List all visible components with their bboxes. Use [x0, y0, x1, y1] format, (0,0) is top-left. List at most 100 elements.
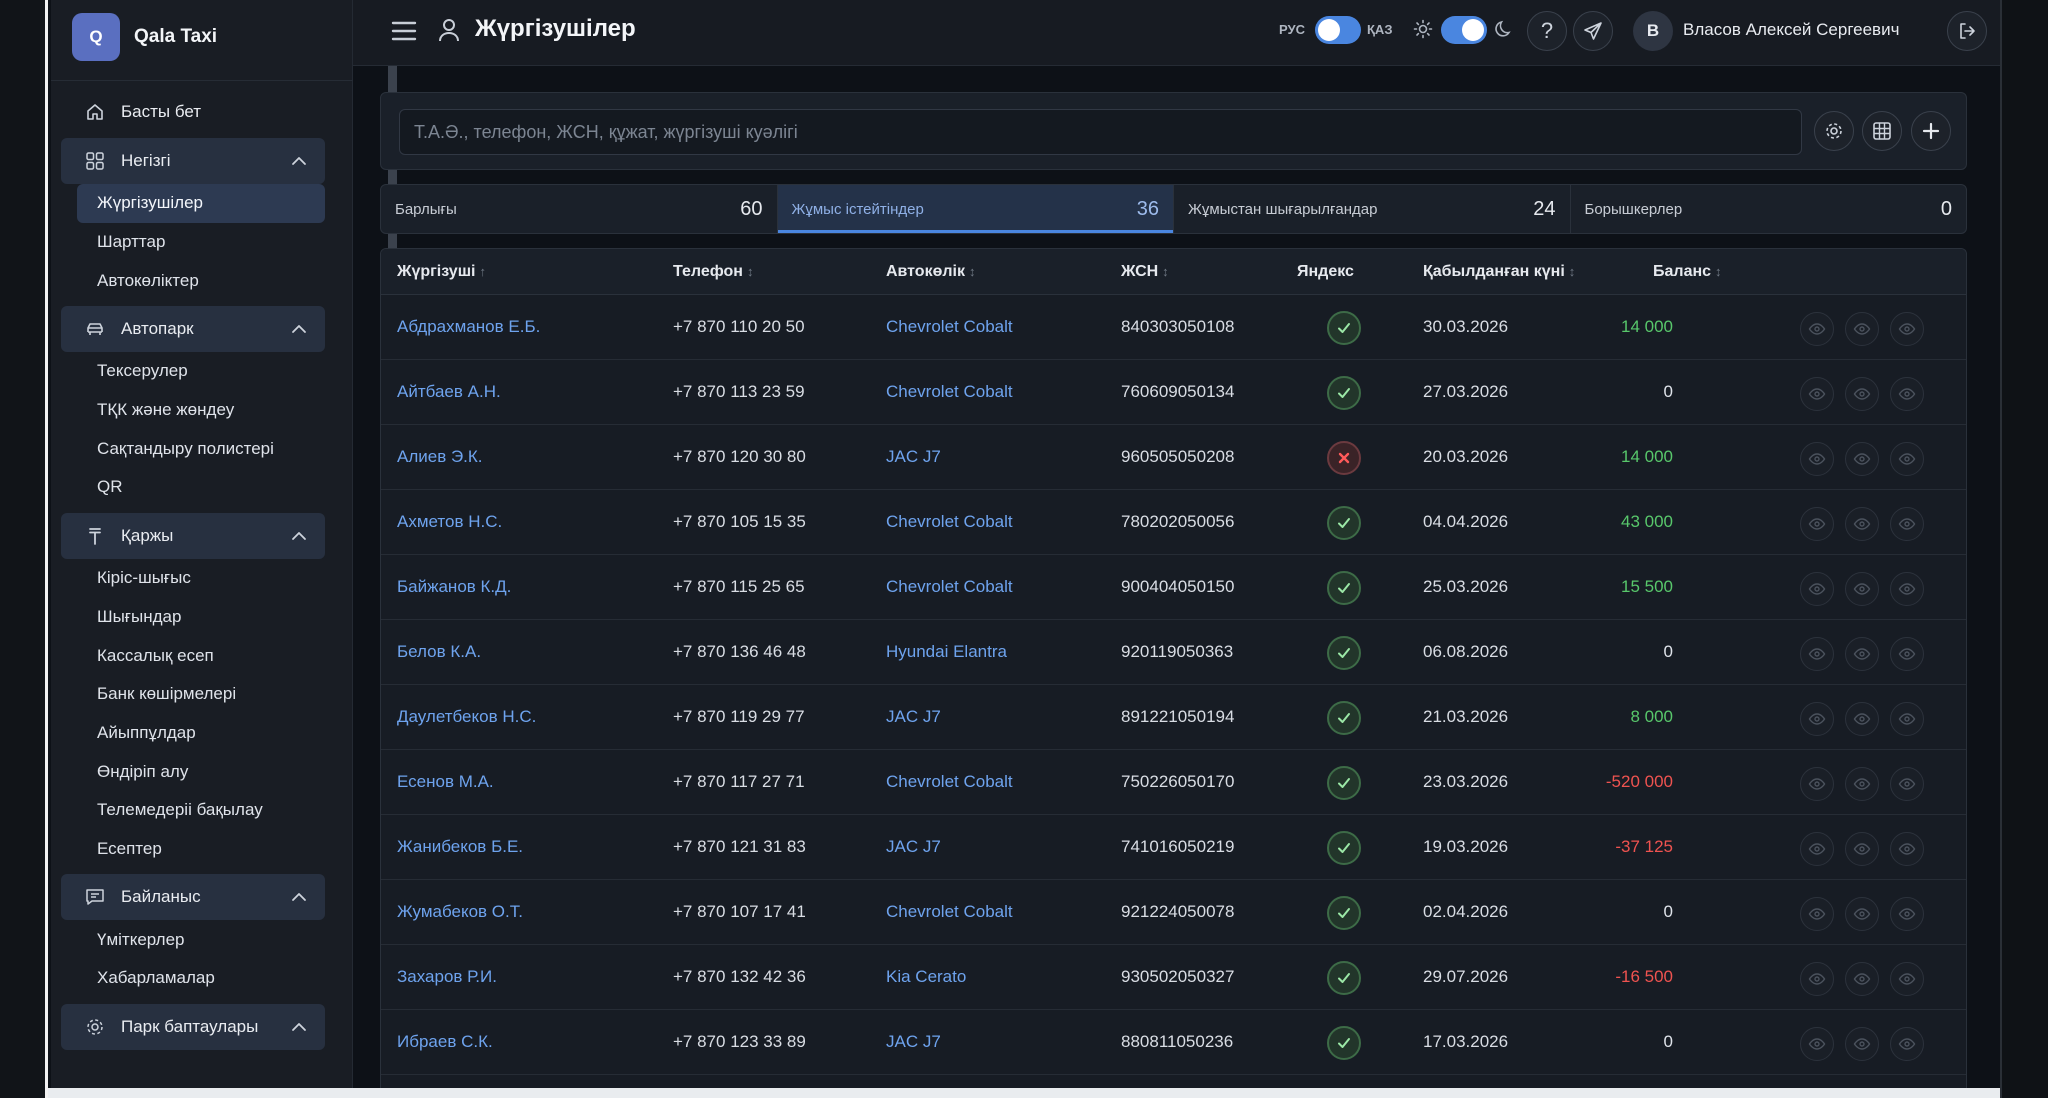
table-row[interactable]: Айтбаев А.Н. +7 870 113 23 59 Chevrolet Co… — [381, 360, 1966, 425]
help-button[interactable]: ? — [1527, 11, 1567, 51]
driver-name-link[interactable]: Айтбаев А.Н. — [397, 382, 501, 402]
sidebar-item[interactable]: Хабарламалар — [61, 959, 325, 998]
sidebar-group[interactable]: Автопарк — [61, 306, 325, 353]
car-link[interactable]: Chevrolet Cobalt — [886, 772, 1013, 792]
car-link[interactable]: Kia Cerato — [886, 967, 966, 987]
brand[interactable]: Q Qala Taxi — [72, 13, 217, 61]
eye-icon[interactable] — [1890, 507, 1924, 541]
table-row[interactable]: Ибраев С.К. +7 870 123 33 89 JAC J7 8808110… — [381, 1010, 1966, 1075]
sidebar-group[interactable]: Негізгі — [61, 138, 325, 184]
eye-icon[interactable] — [1890, 962, 1924, 996]
driver-name-link[interactable]: Ахметов Н.С. — [397, 512, 502, 532]
table-row[interactable]: Жанибеков Б.Е. +7 870 121 31 83 JAC J7 7410… — [381, 815, 1966, 880]
sidebar-item[interactable]: Есептер — [61, 830, 325, 869]
eye-icon[interactable] — [1800, 507, 1834, 541]
car-link[interactable]: JAC J7 — [886, 837, 941, 857]
columns-button[interactable] — [1862, 111, 1902, 151]
chevron-up-icon[interactable] — [289, 526, 309, 546]
sidebar-item[interactable]: Кассалық есеп — [61, 636, 325, 675]
eye-icon[interactable] — [1845, 637, 1879, 671]
table-row[interactable]: Байжанов К.Д. +7 870 115 25 65 Chevrolet C… — [381, 555, 1966, 620]
sidebar-group[interactable]: Қаржы — [61, 512, 325, 559]
settings-button[interactable] — [1814, 111, 1854, 151]
search-input[interactable] — [399, 109, 1802, 155]
logout-button[interactable] — [1947, 11, 1987, 51]
table-row[interactable]: Абдрахманов Е.Б. +7 870 110 20 50 Chevrole… — [381, 295, 1966, 360]
car-link[interactable]: Chevrolet Cobalt — [886, 317, 1013, 337]
chevron-up-icon[interactable] — [289, 1017, 309, 1037]
eye-icon[interactable] — [1800, 1027, 1834, 1061]
telegram-button[interactable] — [1573, 11, 1613, 51]
eye-icon[interactable] — [1845, 962, 1879, 996]
eye-icon[interactable] — [1890, 767, 1924, 801]
driver-name-link[interactable]: Белов К.А. — [397, 642, 481, 662]
status-tab[interactable]: Борышкерлер 0 — [1571, 185, 1967, 233]
sidebar-item[interactable]: Кіріс-шығыс — [61, 559, 325, 598]
col-driver[interactable]: Жүргізуші ↑ — [397, 263, 486, 281]
car-link[interactable]: JAC J7 — [886, 707, 941, 727]
sidebar-group[interactable]: Парк баптаулары — [61, 1003, 325, 1050]
theme-toggle[interactable] — [1441, 16, 1487, 44]
status-tab[interactable]: Жұмыстан шығарылғандар 24 — [1174, 185, 1571, 233]
car-link[interactable]: Chevrolet Cobalt — [886, 382, 1013, 402]
eye-icon[interactable] — [1800, 702, 1834, 736]
table-row[interactable]: Даулетбеков Н.С. +7 870 119 29 77 JAC J7 89… — [381, 685, 1966, 750]
chevron-up-icon[interactable] — [289, 151, 309, 171]
car-link[interactable]: Chevrolet Cobalt — [886, 512, 1013, 532]
language-toggle[interactable] — [1315, 16, 1361, 44]
eye-icon[interactable] — [1890, 572, 1924, 606]
sidebar-item[interactable]: Өндіріп алу — [61, 752, 325, 791]
col-phone[interactable]: Телефон ↕ — [673, 263, 753, 281]
eye-icon[interactable] — [1845, 702, 1879, 736]
eye-icon[interactable] — [1890, 832, 1924, 866]
driver-name-link[interactable]: Байжанов К.Д. — [397, 577, 511, 597]
status-tab[interactable]: Барлығы 60 — [381, 185, 778, 233]
sidebar-item[interactable]: Сақтандыру полистері — [61, 429, 325, 468]
sidebar-item-home[interactable]: Басты бет — [61, 92, 325, 132]
table-row[interactable]: Алиев Э.К. +7 870 120 30 80 JAC J7 96050505… — [381, 425, 1966, 490]
driver-name-link[interactable]: Абдрахманов Е.Б. — [397, 317, 540, 337]
driver-name-link[interactable]: Жумабеков О.Т. — [397, 902, 523, 922]
eye-icon[interactable] — [1800, 832, 1834, 866]
sidebar-item[interactable]: Шығындар — [61, 598, 325, 637]
chevron-up-icon[interactable] — [289, 887, 309, 907]
eye-icon[interactable] — [1890, 442, 1924, 476]
add-driver-button[interactable] — [1911, 111, 1951, 151]
car-link[interactable]: Chevrolet Cobalt — [886, 577, 1013, 597]
avatar[interactable]: В — [1633, 11, 1673, 51]
eye-icon[interactable] — [1845, 1027, 1879, 1061]
sidebar-item[interactable]: Тексерулер — [61, 352, 325, 391]
eye-icon[interactable] — [1845, 312, 1879, 346]
eye-icon[interactable] — [1890, 637, 1924, 671]
eye-icon[interactable] — [1890, 377, 1924, 411]
table-row[interactable]: Захаров Р.И. +7 870 132 42 36 Kia Cerato 93… — [381, 945, 1966, 1010]
menu-icon[interactable] — [391, 18, 417, 44]
sidebar-item[interactable]: Банк көшірмелері — [61, 675, 325, 714]
sidebar-item[interactable]: QR — [61, 468, 325, 507]
table-row[interactable]: Ахметов Н.С. +7 870 105 15 35 Chevrolet Co… — [381, 490, 1966, 555]
status-tab[interactable]: Жұмыс істейтіндер 36 — [777, 185, 1174, 233]
eye-icon[interactable] — [1800, 962, 1834, 996]
eye-icon[interactable] — [1800, 312, 1834, 346]
eye-icon[interactable] — [1845, 442, 1879, 476]
eye-icon[interactable] — [1845, 572, 1879, 606]
eye-icon[interactable] — [1800, 637, 1834, 671]
car-link[interactable]: Chevrolet Cobalt — [886, 902, 1013, 922]
eye-icon[interactable] — [1845, 767, 1879, 801]
sidebar-item[interactable]: Үміткерлер — [61, 920, 325, 959]
eye-icon[interactable] — [1890, 702, 1924, 736]
eye-icon[interactable] — [1890, 1027, 1924, 1061]
user-name[interactable]: Власов Алексей Сергеевич — [1683, 20, 1899, 40]
sidebar-item[interactable]: Телемедеріі бақылау — [61, 791, 325, 830]
col-car[interactable]: Автокөлік ↕ — [886, 263, 975, 281]
col-balance[interactable]: Баланс ↕ — [1653, 263, 1722, 281]
chevron-up-icon[interactable] — [289, 319, 309, 339]
car-link[interactable]: JAC J7 — [886, 1032, 941, 1052]
eye-icon[interactable] — [1890, 897, 1924, 931]
eye-icon[interactable] — [1800, 442, 1834, 476]
driver-name-link[interactable]: Захаров Р.И. — [397, 967, 497, 987]
table-row[interactable]: Есенов М.А. +7 870 117 27 71 Chevrolet Cob… — [381, 750, 1966, 815]
col-hired[interactable]: Қабылданған күні ↕ — [1423, 263, 1575, 281]
eye-icon[interactable] — [1845, 832, 1879, 866]
sidebar-group[interactable]: Байланыс — [61, 874, 325, 921]
